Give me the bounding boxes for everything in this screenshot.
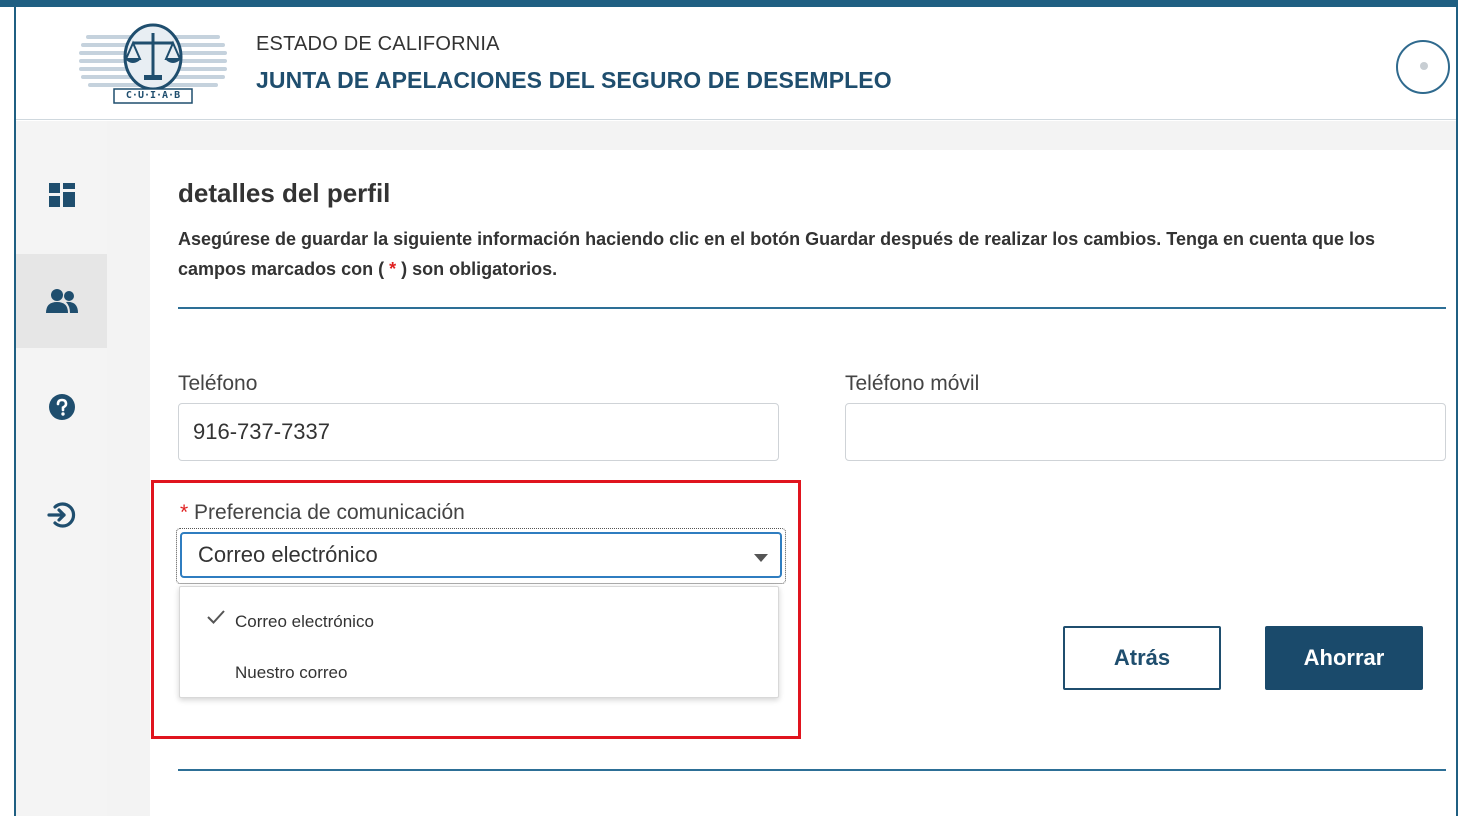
cuiab-logo[interactable]: C·U·I·A·B — [78, 21, 228, 105]
sidebar-item-dashboard[interactable] — [16, 148, 107, 242]
mobile-phone-input[interactable] — [845, 403, 1446, 461]
page-title: detalles del perfil — [178, 178, 391, 208]
communication-select-focus-ring: Correo electrónico — [176, 528, 786, 584]
sidebar-item-profile[interactable] — [16, 254, 107, 348]
save-button[interactable]: Ahorrar — [1265, 626, 1423, 690]
option-label: Nuestro correo — [235, 663, 348, 682]
logout-icon — [46, 502, 75, 528]
logo-text: C·U·I·A·B — [125, 90, 181, 101]
agency-title: JUNTA DE APELACIONES DEL SEGURO DE DESEM… — [256, 67, 892, 93]
page: C·U·I·A·B ESTADO DE CALIFORNIA JUNTA DE … — [0, 0, 1458, 816]
instructions-text: Asegúrese de guardar la siguiente inform… — [178, 229, 1375, 279]
phone-input[interactable]: 916-737-7337 — [178, 403, 779, 461]
header: C·U·I·A·B ESTADO DE CALIFORNIA JUNTA DE … — [16, 7, 1456, 120]
required-star: * — [180, 501, 189, 524]
state-label: ESTADO DE CALIFORNIA — [256, 33, 500, 55]
users-icon — [45, 289, 78, 313]
sidebar-item-help[interactable] — [16, 360, 107, 454]
user-avatar-button[interactable] — [1396, 40, 1450, 94]
mobile-phone-label: Teléfono móvil — [845, 372, 980, 395]
option-postal-mail[interactable]: Nuestro correo — [180, 646, 778, 696]
caret-down-icon — [754, 554, 768, 562]
back-button[interactable]: Atrás — [1063, 626, 1221, 690]
option-email[interactable]: Correo electrónico — [180, 595, 778, 645]
phone-label: Teléfono — [178, 372, 258, 395]
user-avatar-icon — [1420, 62, 1428, 70]
required-star: * — [389, 259, 397, 279]
top-accent-bar — [0, 0, 1458, 7]
profile-card: detalles del perfil Asegúrese de guardar… — [150, 150, 1456, 816]
select-value: Correo electrónico — [198, 542, 378, 567]
option-label: Correo electrónico — [235, 612, 374, 631]
sidebar-nav — [16, 121, 107, 816]
communication-label-text: Preferencia de comunicación — [194, 501, 465, 524]
communication-preference-select[interactable]: Correo electrónico — [180, 532, 782, 578]
sidebar-item-logout[interactable] — [16, 468, 107, 562]
communication-options-menu: Correo electrónico Nuestro correo — [179, 586, 779, 698]
instructions-text-end: ) son obligatorios. — [401, 259, 558, 279]
help-icon — [48, 394, 75, 420]
profile-instructions: Asegúrese de guardar la siguiente inform… — [178, 224, 1408, 284]
section-divider-bottom — [178, 769, 1446, 771]
section-divider-top — [178, 307, 1446, 309]
communication-preference-label: * Preferencia de comunicación — [180, 501, 465, 525]
dashboard-icon — [48, 183, 75, 207]
check-icon — [207, 610, 225, 624]
